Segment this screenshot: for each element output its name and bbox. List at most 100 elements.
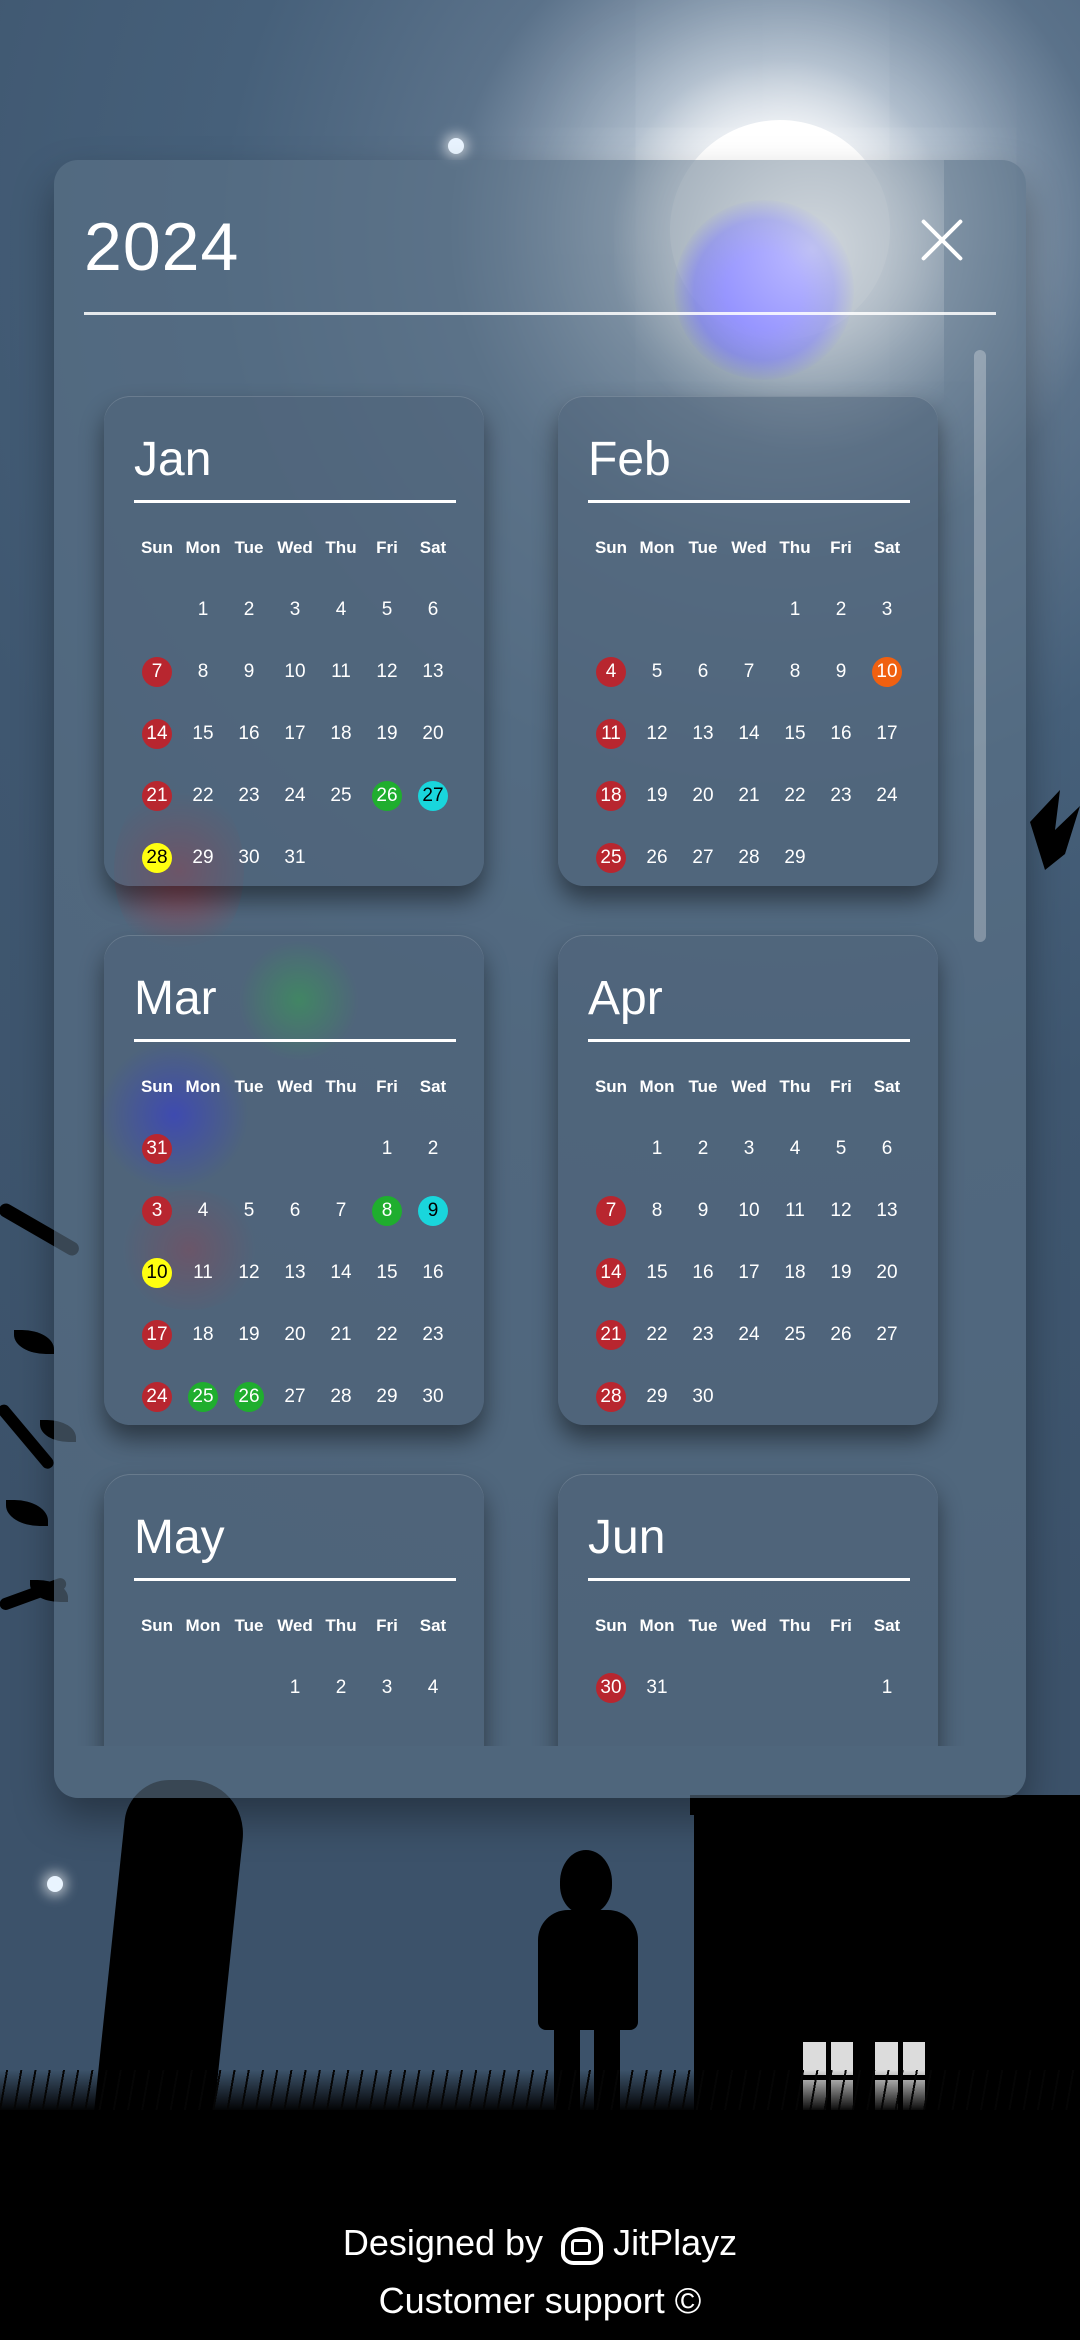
day-cell[interactable]: 25 [180,1366,226,1428]
day-cell[interactable]: 12 [364,641,410,703]
day-cell[interactable]: 2 [680,1118,726,1180]
day-cell[interactable]: 1 [772,579,818,641]
day-cell[interactable]: 7 [134,641,180,703]
day-cell[interactable]: 27 [272,1366,318,1428]
day-cell[interactable]: 1 [864,1657,910,1719]
day-cell[interactable]: 1 [272,1657,318,1719]
day-cell[interactable]: 8 [634,1180,680,1242]
day-cell[interactable]: 23 [226,765,272,827]
day-cell[interactable]: 31 [634,1657,680,1719]
day-cell[interactable]: 4 [410,1657,456,1719]
day-cell[interactable]: 19 [634,765,680,827]
day-cell[interactable]: 10 [726,1180,772,1242]
day-cell[interactable]: 18 [588,765,634,827]
day-cell[interactable]: 17 [134,1304,180,1366]
day-cell[interactable]: 20 [410,703,456,765]
day-cell[interactable]: 30 [680,1366,726,1428]
day-cell[interactable]: 7 [588,1180,634,1242]
day-cell[interactable]: 26 [226,1366,272,1428]
day-cell[interactable]: 2 [410,1118,456,1180]
day-cell[interactable]: 28 [318,1366,364,1428]
day-cell[interactable]: 13 [680,703,726,765]
day-cell[interactable]: 27 [410,765,456,827]
day-cell[interactable]: 1 [634,1118,680,1180]
day-cell[interactable]: 20 [272,1304,318,1366]
day-cell[interactable]: 27 [864,1304,910,1366]
customer-support-link[interactable]: Customer support © [0,2280,1080,2322]
day-cell[interactable]: 2 [818,579,864,641]
day-cell[interactable]: 10 [134,1242,180,1304]
day-cell[interactable]: 28 [726,827,772,889]
day-cell[interactable]: 29 [772,827,818,889]
day-cell[interactable]: 20 [864,1242,910,1304]
day-cell[interactable]: 25 [588,827,634,889]
day-cell[interactable]: 1 [180,579,226,641]
day-cell[interactable]: 21 [318,1304,364,1366]
day-cell[interactable]: 15 [180,703,226,765]
day-cell[interactable]: 17 [272,703,318,765]
day-cell[interactable]: 16 [226,703,272,765]
day-cell[interactable]: 19 [818,1242,864,1304]
day-cell[interactable]: 4 [588,641,634,703]
close-icon[interactable] [914,212,970,268]
day-cell[interactable]: 12 [634,703,680,765]
day-cell[interactable]: 15 [364,1242,410,1304]
day-cell[interactable]: 9 [226,641,272,703]
day-cell[interactable]: 24 [726,1304,772,1366]
day-cell[interactable]: 13 [864,1180,910,1242]
day-cell[interactable]: 25 [772,1304,818,1366]
day-cell[interactable]: 23 [818,765,864,827]
day-cell[interactable]: 28 [588,1366,634,1428]
day-cell[interactable]: 6 [272,1180,318,1242]
day-cell[interactable]: 10 [864,641,910,703]
day-cell[interactable]: 31 [134,1118,180,1180]
day-cell[interactable]: 3 [864,579,910,641]
day-cell[interactable]: 22 [772,765,818,827]
day-cell[interactable]: 22 [180,765,226,827]
day-cell[interactable]: 29 [364,1366,410,1428]
months-scroll-area[interactable]: Jan Sun Mon Tue Wed Thu Fri Sat 1 2 3 4 5 6 7 8 9 10 11 1… [54,350,1026,1746]
day-cell[interactable]: 15 [634,1242,680,1304]
designer-name[interactable]: JitPlayz [613,2222,737,2263]
day-cell[interactable]: 16 [410,1242,456,1304]
day-cell[interactable]: 19 [226,1304,272,1366]
day-cell[interactable]: 5 [364,579,410,641]
day-cell[interactable]: 18 [180,1304,226,1366]
day-cell[interactable]: 22 [364,1304,410,1366]
day-cell[interactable]: 24 [134,1366,180,1428]
day-cell[interactable]: 12 [818,1180,864,1242]
day-cell[interactable]: 14 [588,1242,634,1304]
day-cell[interactable]: 8 [772,641,818,703]
day-cell[interactable]: 4 [180,1180,226,1242]
day-cell[interactable]: 6 [864,1118,910,1180]
day-cell[interactable]: 18 [318,703,364,765]
day-cell[interactable]: 11 [588,703,634,765]
day-cell[interactable]: 30 [588,1657,634,1719]
day-cell[interactable]: 10 [272,641,318,703]
day-cell[interactable]: 13 [272,1242,318,1304]
day-cell[interactable]: 21 [588,1304,634,1366]
day-cell[interactable]: 31 [272,827,318,889]
day-cell[interactable]: 23 [410,1304,456,1366]
day-cell[interactable]: 26 [634,827,680,889]
day-cell[interactable]: 3 [726,1118,772,1180]
day-cell[interactable]: 5 [634,641,680,703]
day-cell[interactable]: 26 [364,765,410,827]
day-cell[interactable]: 23 [680,1304,726,1366]
day-cell[interactable]: 8 [180,641,226,703]
day-cell[interactable]: 7 [318,1180,364,1242]
day-cell[interactable]: 9 [680,1180,726,1242]
day-cell[interactable]: 2 [226,579,272,641]
day-cell[interactable]: 14 [318,1242,364,1304]
day-cell[interactable]: 6 [410,579,456,641]
day-cell[interactable]: 24 [272,765,318,827]
day-cell[interactable]: 9 [818,641,864,703]
day-cell[interactable]: 17 [726,1242,772,1304]
day-cell[interactable]: 14 [726,703,772,765]
day-cell[interactable]: 11 [318,641,364,703]
day-cell[interactable]: 3 [272,579,318,641]
day-cell[interactable]: 8 [364,1180,410,1242]
day-cell[interactable]: 13 [410,641,456,703]
day-cell[interactable]: 27 [680,827,726,889]
day-cell[interactable]: 5 [226,1180,272,1242]
